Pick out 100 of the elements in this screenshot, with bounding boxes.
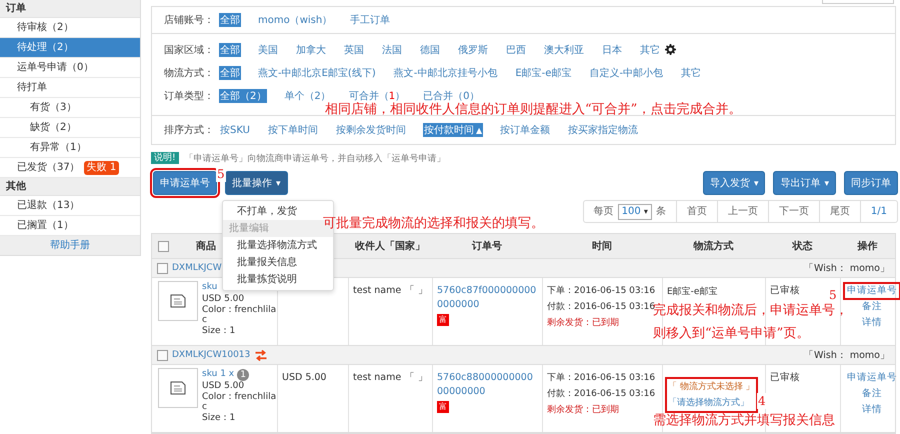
select-logistics-link[interactable]: 「请选择物流方式」	[668, 395, 749, 411]
annotation-text: 需选择物流方式并填写报关信息	[653, 413, 835, 429]
logistics-method: 「 物流方式未选择 」	[668, 380, 755, 394]
filter-option[interactable]: 巴西	[505, 42, 527, 56]
sku-link[interactable]: sku 1 x	[202, 369, 234, 380]
logistics-method: E邮宝-e邮宝	[667, 286, 718, 299]
sort-label: 排序方式：	[164, 124, 215, 137]
filter-option[interactable]: 单个（2）	[283, 88, 332, 102]
menu-item[interactable]: 批量选择物流方式	[223, 237, 333, 254]
filter-label: 物流方式：	[164, 66, 215, 80]
order-time: 下单：2016-06-15 03:16	[547, 284, 656, 298]
recipient-country: 「 」	[404, 284, 428, 298]
filter-option[interactable]: 手工订单	[349, 13, 392, 27]
filter-option[interactable]: 全部（2）	[219, 88, 268, 102]
action-button[interactable]: 导出订单 ▾	[773, 171, 836, 195]
action-link[interactable]: 申请运单号	[845, 284, 899, 298]
filter-option[interactable]: 全部	[219, 42, 241, 56]
sort-option[interactable]: 按下单时间	[266, 123, 319, 137]
action-link[interactable]: 申请运单号	[845, 371, 899, 385]
page-indicator: 1/1	[860, 201, 897, 222]
sidebar-item[interactable]: 待处理（2）	[0, 38, 140, 58]
sort-option[interactable]: 按订单金额	[499, 123, 552, 137]
filter-label: 国家区域：	[164, 44, 215, 56]
payment-time: 付款：2016-06-15 03:16	[547, 388, 656, 401]
page-link[interactable]: 首页	[676, 201, 717, 222]
page-link[interactable]: 上一页	[716, 201, 768, 222]
sku-link[interactable]: sku	[202, 282, 218, 293]
checkbox[interactable]	[157, 350, 168, 360]
page-link[interactable]: 尾页	[818, 201, 860, 222]
sidebar-item[interactable]: 待打单	[0, 78, 140, 98]
action-link[interactable]: 备注	[860, 387, 884, 401]
action-button[interactable]: 申请运单号	[153, 171, 217, 195]
order-time: 下单：2016-06-15 03:16	[547, 372, 656, 385]
column-header: 时间	[592, 240, 612, 253]
filter-option[interactable]: 俄罗斯	[457, 42, 489, 56]
column-header: 操作	[858, 240, 878, 253]
column-header: 状态	[792, 240, 812, 253]
action-link[interactable]: 备注	[860, 300, 884, 314]
filter-option[interactable]: 全部	[219, 13, 241, 27]
page-link[interactable]: 下一页	[768, 201, 819, 222]
column-header: 收件人「国家」	[355, 239, 425, 253]
order-number-link[interactable]: 5760c87f0000000000000000	[437, 284, 538, 312]
sidebar-item[interactable]: 运单号申请（0）	[0, 58, 140, 78]
filter-option[interactable]: E邮宝-e邮宝	[514, 66, 572, 80]
sidebar-item[interactable]: 已退款（13）	[0, 196, 140, 216]
sidebar-item[interactable]: 有异常（1）	[0, 138, 140, 158]
action-link[interactable]: 详情	[860, 316, 884, 330]
filter-option[interactable]: 燕文-中邮北京挂号小包	[392, 66, 498, 80]
order-price: USD 5.00	[282, 371, 326, 385]
filter-option[interactable]: 日本	[601, 42, 623, 56]
sort-option[interactable]: 按付款时间 ▲	[422, 123, 484, 137]
order-id-link[interactable]: DXMLKJCW	[172, 263, 222, 273]
filter-option[interactable]: 燕文-中邮北京E邮宝(线下)	[257, 66, 377, 80]
filter-option[interactable]: 其它	[680, 66, 702, 80]
column-header: 商品	[196, 239, 216, 253]
filter-option[interactable]: 美国	[257, 42, 279, 56]
annotation-text: 则移入到“运单号申请”页。	[653, 326, 810, 342]
filter-option[interactable]: 英国	[343, 42, 365, 56]
sort-option[interactable]: 按买家指定物流	[567, 123, 640, 137]
recipient-name: test name	[353, 371, 402, 385]
recipient-name: test name	[353, 284, 402, 298]
failed-badge: 失败 1	[84, 160, 120, 174]
menu-item[interactable]: 批量报关信息	[223, 254, 333, 271]
notice-text: 「申请运单号」向物流商申请运单号，并自动移入「运单号申请」	[184, 152, 446, 164]
sidebar-section-header: 其他	[0, 178, 140, 196]
filter-label: 订单类型：	[164, 90, 215, 102]
checkbox[interactable]	[157, 262, 168, 274]
settings-icon[interactable]	[665, 44, 676, 55]
order-number-link[interactable]: 5760c8800000000000000000	[437, 371, 538, 399]
menu-item[interactable]: 批量拣货说明	[223, 271, 333, 288]
annotation-text: 完成报关和物流后，申请运单号，	[653, 303, 848, 319]
sidebar-item[interactable]: 有货（3）	[0, 98, 140, 118]
filter-option[interactable]: 德国	[419, 42, 441, 56]
product-size: Size：1	[202, 412, 236, 423]
order-status: 已审核	[770, 371, 800, 385]
filter-option[interactable]: 加拿大	[295, 42, 327, 56]
filter-option[interactable]: 其它	[639, 42, 661, 56]
sort-option[interactable]: 按剩余发货时间	[334, 123, 407, 137]
annotation-text: 4	[757, 393, 767, 409]
action-button[interactable]: 同步订单	[844, 171, 898, 195]
filter-option[interactable]: 已合并（0）	[422, 88, 480, 102]
action-button[interactable]: 批量操作 ▾	[225, 171, 288, 195]
filter-option[interactable]: 全部	[219, 66, 241, 80]
checkbox[interactable]	[158, 240, 168, 252]
annotation-text: 可批量完成物流的选择和报关的填写。	[323, 216, 544, 232]
filter-option[interactable]: 法国	[381, 42, 403, 56]
page-size-select[interactable]: 100 ▾	[618, 204, 652, 220]
per-page-label: 每页	[592, 205, 615, 219]
action-button[interactable]: 导入发货 ▾	[702, 171, 766, 195]
annotation-text: 相同店铺，相同收件人信息的订单则提醒进入“可合并”，点击完成合并。	[325, 102, 742, 118]
order-id-link[interactable]: DXMLKJCW10013	[172, 350, 250, 360]
filter-option[interactable]: 可合并（1）	[348, 88, 406, 102]
sidebar-item[interactable]: 缺货（2）	[0, 118, 140, 138]
filter-option[interactable]: momo（wish）	[257, 13, 334, 27]
annotation-text: 5	[829, 287, 837, 303]
help-link[interactable]: 帮助手册	[0, 236, 140, 255]
sort-option[interactable]: 按SKU	[219, 123, 251, 137]
action-link[interactable]: 详情	[860, 403, 884, 417]
filter-option[interactable]: 澳大利亚	[543, 42, 585, 56]
filter-option[interactable]: 自定义-中邮小包	[588, 66, 664, 80]
